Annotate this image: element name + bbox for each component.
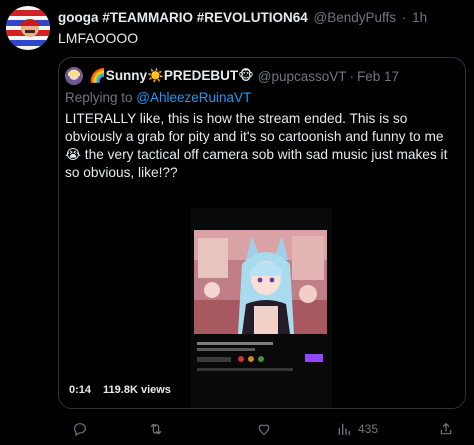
retweet-button[interactable] <box>148 419 164 439</box>
video-frame <box>191 208 332 408</box>
tweet-header: googa #TEAMMARIO #REVOLUTION64 @BendyPuf… <box>58 10 464 28</box>
heart-icon <box>258 424 270 435</box>
display-name[interactable]: googa #TEAMMARIO #REVOLUTION64 <box>58 10 308 25</box>
quote-handle[interactable]: @pupcassoVT <box>258 69 347 84</box>
quote-separator: · <box>349 68 355 84</box>
video-metadata: 0:14 119.8K views <box>69 384 171 396</box>
reply-icon <box>74 423 86 437</box>
video-duration: 0:14 <box>69 384 92 396</box>
timestamp[interactable]: 1h <box>412 10 427 25</box>
replying-to-mention[interactable]: @AhleezeRuinaVT <box>136 90 251 105</box>
retweet-icon <box>150 423 162 435</box>
stream-ui-overlay <box>197 342 323 371</box>
avatar-image <box>6 6 50 50</box>
handle[interactable]: @BendyPuffs <box>314 10 397 25</box>
avatar[interactable] <box>6 6 50 50</box>
action-bar: 435 <box>58 419 466 439</box>
quote-avatar-image <box>65 67 83 85</box>
replying-prefix: Replying to <box>65 90 137 105</box>
tweet[interactable]: googa #TEAMMARIO #REVOLUTION64 @BendyPuf… <box>0 0 474 445</box>
share-icon <box>440 423 452 435</box>
quote-avatar[interactable] <box>65 67 83 85</box>
separator: · <box>401 10 407 25</box>
stream-image <box>194 230 327 334</box>
tweet-text: LMFAOOOO <box>58 30 139 46</box>
views-button[interactable]: 435 <box>336 419 378 439</box>
views-count: 435 <box>358 422 379 436</box>
like-button[interactable] <box>256 419 272 439</box>
replying-to: Replying to @AhleezeRuinaVT <box>65 90 251 105</box>
quote-display-name[interactable]: 🌈Sunny☀️PREDEBUT🐵 <box>89 68 254 84</box>
quote-date[interactable]: Feb 17 <box>357 69 399 84</box>
share-button[interactable] <box>438 419 454 439</box>
analytics-icon <box>338 423 350 435</box>
quote-header: 🌈Sunny☀️PREDEBUT🐵 @pupcassoVT · Feb 17 <box>65 67 457 85</box>
quoted-tweet[interactable]: 🌈Sunny☀️PREDEBUT🐵 @pupcassoVT · Feb 17 R… <box>58 57 466 409</box>
reply-button[interactable] <box>72 419 88 439</box>
stream-thumbnail <box>194 230 327 334</box>
quote-text: LITERALLY like, this is how the stream e… <box>65 111 448 180</box>
video-player[interactable]: 0:14 119.8K views <box>59 198 465 408</box>
video-views: 119.8K views <box>103 384 171 396</box>
